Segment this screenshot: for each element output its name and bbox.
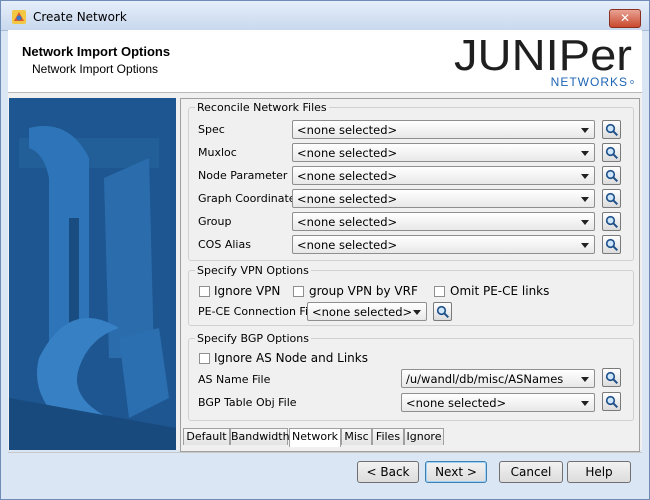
as-name-file-value: /u/wandl/db/misc/ASNames — [406, 372, 564, 386]
search-icon — [436, 305, 450, 319]
pece-connection-select[interactable]: <none selected> — [307, 302, 427, 321]
bgp-table-browse-button[interactable] — [602, 392, 621, 411]
omit-pece-label[interactable]: Omit PE-CE links — [450, 284, 549, 298]
search-icon — [605, 146, 619, 160]
cos-alias-browse-button[interactable] — [602, 235, 621, 254]
chevron-down-icon — [581, 243, 589, 248]
group-vpn-label[interactable]: group VPN by VRF — [309, 284, 418, 298]
spec-value: <none selected> — [297, 123, 398, 137]
group-vpn-checkbox[interactable] — [293, 286, 304, 297]
footer-divider — [8, 452, 642, 453]
network-options-panel: Reconcile Network Files Spec <none selec… — [180, 98, 640, 452]
ignore-vpn-label[interactable]: Ignore VPN — [214, 284, 280, 298]
tab-network[interactable]: Network — [289, 428, 341, 447]
network-graphic — [9, 98, 176, 450]
ignore-as-label[interactable]: Ignore AS Node and Links — [214, 351, 368, 365]
window-title: Create Network — [33, 10, 127, 24]
graph-coordinates-label: Graph Coordinates — [198, 192, 302, 205]
as-name-file-label: AS Name File — [198, 373, 271, 386]
next-button[interactable]: Next > — [425, 461, 487, 483]
bgp-legend: Specify BGP Options — [197, 332, 309, 345]
close-button[interactable]: ✕ — [609, 9, 641, 28]
ignore-vpn-checkbox[interactable] — [199, 286, 210, 297]
group-browse-button[interactable] — [602, 212, 621, 231]
chevron-down-icon — [581, 128, 589, 133]
wizard-header: Network Import Options Network Import Op… — [8, 30, 642, 93]
tab-files[interactable]: Files — [372, 428, 404, 445]
logo-word: JUNIPer — [454, 34, 632, 80]
node-parameter-browse-button[interactable] — [602, 166, 621, 185]
graph-coordinates-select[interactable]: <none selected> — [292, 189, 595, 208]
tab-misc[interactable]: Misc — [341, 428, 372, 445]
group-select[interactable]: <none selected> — [292, 212, 595, 231]
node-parameter-label: Node Parameter — [198, 169, 288, 182]
juniper-logo: JUNIPer NETWORKS — [454, 34, 634, 89]
tab-bandwidth[interactable]: Bandwidth — [230, 428, 290, 445]
bgp-table-select[interactable]: <none selected> — [401, 393, 595, 412]
reconcile-legend: Reconcile Network Files — [197, 101, 327, 114]
chevron-down-icon — [581, 377, 589, 382]
cos-alias-label: COS Alias — [198, 238, 251, 251]
help-button[interactable]: Help — [567, 461, 631, 483]
muxloc-browse-button[interactable] — [602, 143, 621, 162]
cancel-button[interactable]: Cancel — [499, 461, 563, 483]
title-bar[interactable]: Create Network ✕ — [1, 1, 649, 31]
spec-browse-button[interactable] — [602, 120, 621, 139]
group-value: <none selected> — [297, 215, 398, 229]
search-icon — [605, 192, 619, 206]
search-icon — [605, 123, 619, 137]
muxloc-value: <none selected> — [297, 146, 398, 160]
pece-browse-button[interactable] — [433, 302, 452, 321]
as-name-file-select[interactable]: /u/wandl/db/misc/ASNames — [401, 369, 595, 388]
chevron-down-icon — [413, 310, 421, 315]
tab-default[interactable]: Default — [183, 428, 230, 445]
cos-alias-value: <none selected> — [297, 238, 398, 252]
tab-ignore[interactable]: Ignore — [404, 428, 444, 445]
muxloc-select[interactable]: <none selected> — [292, 143, 595, 162]
chevron-down-icon — [581, 220, 589, 225]
search-icon — [605, 169, 619, 183]
spec-label: Spec — [198, 123, 225, 136]
search-icon — [605, 215, 619, 229]
node-parameter-value: <none selected> — [297, 169, 398, 183]
graph-coordinates-browse-button[interactable] — [602, 189, 621, 208]
back-button[interactable]: < Back — [357, 461, 419, 483]
page-subtitle: Network Import Options — [32, 62, 159, 76]
search-icon — [605, 371, 619, 385]
search-icon — [605, 395, 619, 409]
pece-connection-label: PE-CE Connection File — [198, 305, 318, 318]
chevron-down-icon — [581, 197, 589, 202]
ignore-as-checkbox[interactable] — [199, 353, 210, 364]
graph-coordinates-value: <none selected> — [297, 192, 398, 206]
pece-connection-value: <none selected> — [312, 305, 413, 319]
muxloc-label: Muxloc — [198, 146, 237, 159]
search-icon — [605, 238, 619, 252]
app-icon — [12, 10, 26, 24]
chevron-down-icon — [581, 151, 589, 156]
page-title: Network Import Options — [22, 44, 171, 59]
vpn-legend: Specify VPN Options — [197, 264, 309, 277]
group-label: Group — [198, 215, 232, 228]
logo-sub: NETWORKS — [551, 75, 628, 89]
omit-pece-checkbox[interactable] — [434, 286, 445, 297]
as-name-browse-button[interactable] — [602, 368, 621, 387]
chevron-down-icon — [581, 174, 589, 179]
wizard-side-image — [9, 98, 176, 450]
bgp-table-label: BGP Table Obj File — [198, 396, 297, 409]
chevron-down-icon — [581, 401, 589, 406]
spec-select[interactable]: <none selected> — [292, 120, 595, 139]
close-icon: ✕ — [619, 11, 631, 25]
cos-alias-select[interactable]: <none selected> — [292, 235, 595, 254]
bgp-table-value: <none selected> — [406, 396, 507, 410]
node-parameter-select[interactable]: <none selected> — [292, 166, 595, 185]
